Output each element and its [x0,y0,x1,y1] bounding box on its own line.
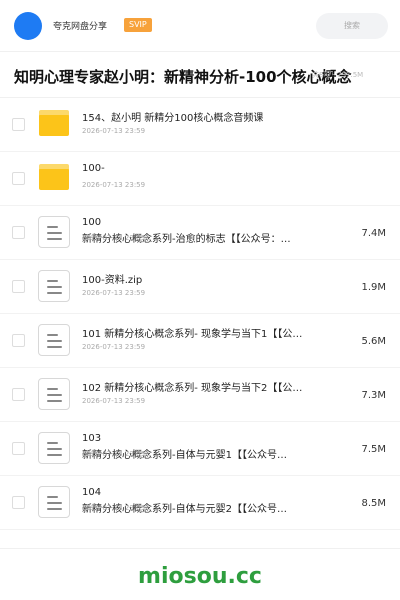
select-checkbox[interactable] [12,388,25,401]
folder-icon [39,164,69,190]
watermark: miosou.cc [138,564,262,589]
share-title-bar: 知明心理专家赵小明：新精神分析-100个核心概念 共8项 · 737.5M [0,52,400,98]
file-date: 2026-07-13 23:59 [82,234,146,242]
file-icon [38,324,70,356]
page-title: 知明心理专家赵小明：新精神分析-100个核心概念 [14,68,352,86]
select-checkbox[interactable] [12,226,25,239]
file-name: 100- [82,163,105,174]
file-name: 103 [82,433,102,444]
svip-badge: SVIP [124,18,152,32]
file-icon [38,270,70,302]
select-checkbox[interactable] [12,118,25,131]
file-icon [38,486,70,518]
file-date: 2026-07-13 23:59 [82,397,146,405]
file-name: 100-资料.zip [82,275,143,286]
select-checkbox[interactable] [12,280,25,293]
file-icon [38,216,70,248]
select-checkbox[interactable] [12,442,25,455]
file-row[interactable]: 101 新精分核心概念系列- 现象学与当下1【【公… 2026-07-13 23:… [0,314,400,368]
file-size: 5.6M [361,336,386,347]
file-row[interactable]: 103 新精分核心概念系列-自体与元婴1【【公众号… 2026-07-13 23:5… [0,422,400,476]
file-size: 7.4M [361,228,386,239]
file-size: 8.5M [361,498,386,509]
select-checkbox[interactable] [12,172,25,185]
file-date: 2026-07-13 23:59 [82,450,146,458]
select-checkbox[interactable] [12,496,25,509]
file-row[interactable]: 104 新精分核心概念系列-自体与元婴2【【公众号… 2026-07-13 23:5… [0,476,400,530]
footer: miosou.cc [0,548,400,600]
file-row[interactable]: 154、赵小明 新精分100核心概念音频课 2026-07-13 23:59 [0,98,400,152]
file-name: 154、赵小明 新精分100核心概念音频课 [82,113,264,124]
file-row[interactable]: 100-资料.zip 2026-07-13 23:59 1.9M [0,260,400,314]
file-icon [38,432,70,464]
top-bar: 夸克网盘分享 SVIP 搜索 [0,0,400,52]
file-name: 100 [82,217,102,228]
file-date: 2026-07-13 23:59 [82,289,146,297]
file-size: 1.9M [361,282,386,293]
file-row[interactable]: 100- 2026-07-13 23:59 [0,152,400,206]
select-checkbox[interactable] [12,334,25,347]
search-input[interactable]: 搜索 [316,13,388,39]
avatar[interactable] [14,12,42,40]
file-name: 102 新精分核心概念系列- 现象学与当下2【【公… [82,383,303,394]
file-name: 104 [82,487,102,498]
folder-icon [39,110,69,136]
file-size: 7.5M [361,444,386,455]
file-name: 101 新精分核心概念系列- 现象学与当下1【【公… [82,329,303,340]
file-row[interactable]: 100 新精分核心概念系列-治愈的标志【【公众号：… 2026-07-13 23:5… [0,206,400,260]
file-size: 7.3M [361,390,386,401]
brand-name: 夸克网盘分享 [53,22,108,32]
share-meta: 共8项 · 737.5M [312,71,364,79]
file-date: 2026-07-13 23:59 [82,127,146,135]
file-date: 2026-07-13 23:59 [82,181,146,189]
file-row[interactable]: 102 新精分核心概念系列- 现象学与当下2【【公… 2026-07-13 23:… [0,368,400,422]
file-date: 2026-07-13 23:59 [82,343,146,351]
file-date: 2026-07-13 23:59 [82,504,146,512]
file-icon [38,378,70,410]
